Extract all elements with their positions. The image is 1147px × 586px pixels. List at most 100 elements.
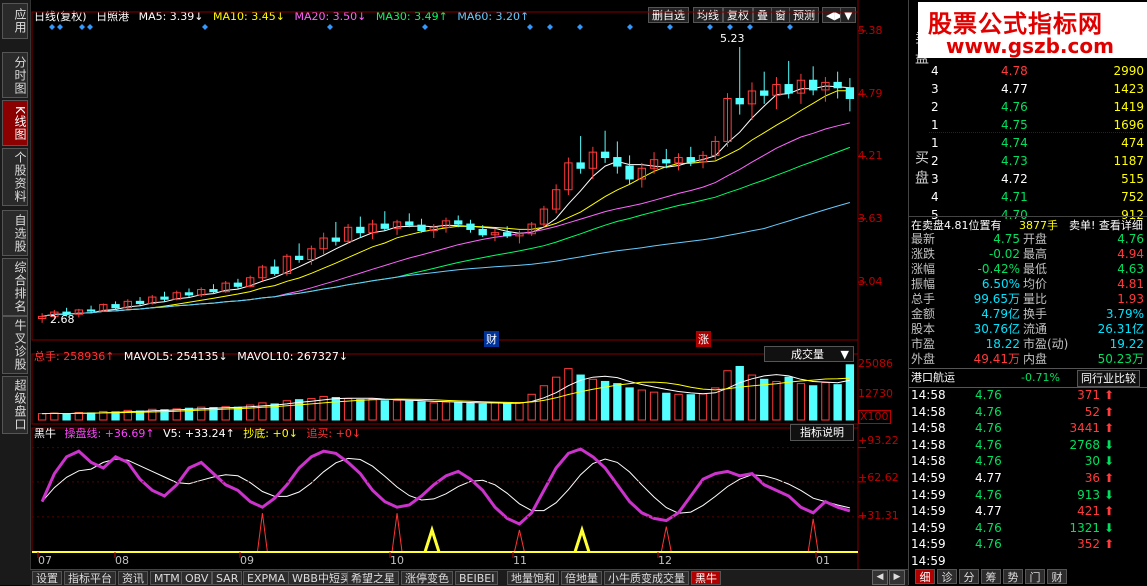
left-tab-3[interactable]: 个股资料 xyxy=(2,148,28,206)
scroll-left-icon[interactable]: ◀ xyxy=(872,570,888,585)
volume-bar xyxy=(503,403,512,421)
buy-signal-triangle xyxy=(660,526,672,553)
tick-qty: 1321 xyxy=(1069,520,1100,535)
left-tab-7[interactable]: 超级盘口 xyxy=(2,376,28,434)
bottom-tab-0[interactable]: 设置 xyxy=(32,571,62,585)
stat-value: 4.63 xyxy=(1117,262,1144,276)
volume-bar xyxy=(747,374,757,421)
tick-time: 14:59 xyxy=(911,504,946,519)
high-annotation: 5.23 xyxy=(720,32,745,45)
bottom-tab-9[interactable]: 涨停变色 xyxy=(401,571,453,585)
panel-tab-5[interactable]: 门 xyxy=(1025,569,1045,584)
level-qty: 1419 xyxy=(1113,100,1144,114)
indicator-line2: V5: +33.24↑ xyxy=(163,427,235,440)
candle-body xyxy=(466,223,475,230)
finance-marker[interactable]: 财 xyxy=(484,331,499,347)
stat-label: 市盈 xyxy=(911,337,936,351)
stat-row: 股本 30.76亿 流通 26.31亿 xyxy=(909,322,1147,337)
candle-body xyxy=(135,300,145,305)
left-tab-1[interactable]: 分时图 xyxy=(2,52,28,98)
sell-level[interactable]: 4 4.78 2990 xyxy=(909,62,1147,80)
sell-level[interactable]: 2 4.76 1419 xyxy=(909,98,1147,116)
tick-qty: 421 xyxy=(1077,504,1100,519)
level-index: 4 xyxy=(931,64,939,78)
level-price: 4.72 xyxy=(1001,172,1028,186)
tick-qty: 913 xyxy=(1077,487,1100,502)
panel-tab-3[interactable]: 筹 xyxy=(981,569,1001,584)
left-tab-6[interactable]: 牛叉诊股 xyxy=(2,316,28,374)
volume-bar xyxy=(625,387,634,421)
tick-price: 4.76 xyxy=(975,520,1002,535)
level-qty: 515 xyxy=(1121,172,1144,186)
left-tab-0[interactable]: 应用 xyxy=(2,3,28,39)
indicator-help-button[interactable]: 指标说明 xyxy=(790,424,854,441)
volume-bar xyxy=(454,401,463,421)
left-tab-4[interactable]: 自选股 xyxy=(2,210,28,256)
rise-marker[interactable]: 涨 xyxy=(696,331,711,347)
industry-compare-button[interactable]: 同行业比较 xyxy=(1077,370,1140,387)
indicator-line3: 抄底: +0↓ xyxy=(243,427,298,440)
volume-axis-mid: 12730 xyxy=(858,387,893,400)
tick-qty: 2768 xyxy=(1069,437,1100,452)
left-tab-bar: 应用分时图 K线图 个股资料自选股 综合排名 牛叉诊股 超级盘口 xyxy=(0,0,31,585)
tick-qty: 371 xyxy=(1077,388,1100,402)
panel-tab-6[interactable]: 财 xyxy=(1047,569,1067,584)
kline-chart[interactable] xyxy=(30,0,908,569)
bottom-tab-12[interactable]: 倍地量 xyxy=(561,571,602,585)
candle-body xyxy=(184,292,194,296)
volume-bar xyxy=(772,380,781,421)
tick-qty: 3441 xyxy=(1069,421,1100,436)
indicator-v5-line xyxy=(41,457,851,514)
bottom-tab-4[interactable]: OBV xyxy=(181,571,213,585)
stat-label: 流通 xyxy=(1023,322,1048,336)
indicator-axis-3: +31.31 xyxy=(858,509,899,522)
candle-body xyxy=(662,159,671,164)
stat-value: 3.79% xyxy=(1105,307,1144,321)
buy-level[interactable]: 4 4.71 752 xyxy=(909,188,1147,206)
bottom-tab-6[interactable]: EXPMA xyxy=(243,571,290,585)
bottom-tab-11[interactable]: 地量饱和 xyxy=(507,571,559,585)
candle-body xyxy=(405,221,414,226)
stat-row: 外盘 49.41万 内盘 50.23万 xyxy=(909,352,1147,367)
buy-signal-triangle xyxy=(513,529,525,553)
bottom-tab-5[interactable]: SAR xyxy=(212,571,243,585)
panel-tab-4[interactable]: 势 xyxy=(1003,569,1023,584)
buy-signal-triangle xyxy=(807,518,819,553)
volume-indicator-select[interactable]: 成交量 ▼ xyxy=(764,346,854,362)
left-tab-5[interactable]: 综合排名 xyxy=(2,258,28,316)
bottom-tab-14[interactable]: 黑牛 xyxy=(691,571,721,585)
tick-price: 4.77 xyxy=(975,504,1002,519)
candle-body xyxy=(270,266,279,274)
volume-bar xyxy=(417,401,426,421)
volume-axis-top: 25086 xyxy=(858,357,893,370)
panel-tab-1[interactable]: 诊 xyxy=(937,569,957,584)
buy-level[interactable]: 2 4.73 1187 xyxy=(909,152,1147,170)
bottom-tab-10[interactable]: BEIBEI xyxy=(455,571,499,585)
signal-diamond xyxy=(727,24,733,30)
tick-row: 14:58 4.76 371 ⬆ xyxy=(909,386,1147,404)
level-index: 3 xyxy=(931,172,939,186)
left-tab-2[interactable]: K线图 xyxy=(2,100,28,146)
buy-signal-triangle xyxy=(256,513,268,553)
bottom-tab-2[interactable]: 资讯 xyxy=(118,571,148,585)
bottom-tab-1[interactable]: 指标平台 xyxy=(64,571,116,585)
bottom-tab-8[interactable]: 希望之星 xyxy=(347,571,399,585)
bottom-tab-3[interactable]: MTM xyxy=(150,571,184,585)
candle-body xyxy=(503,232,512,237)
volume-bar xyxy=(392,399,402,421)
divider xyxy=(929,132,1144,133)
mavol5-label: MAVOL5: 254135↓ xyxy=(123,350,228,363)
indicator-axis-2: +62.62 xyxy=(858,471,899,484)
buy-level[interactable]: 1 4.74 474 xyxy=(909,134,1147,152)
bottom-tab-13[interactable]: 小牛质变成交量 xyxy=(604,571,689,585)
level-price: 4.73 xyxy=(1001,154,1028,168)
tick-row: 14:59 4.76 352 ⬆ xyxy=(909,535,1147,553)
scroll-right-icon[interactable]: ▶ xyxy=(889,570,905,585)
panel-tab-2[interactable]: 分 xyxy=(959,569,979,584)
sell-level[interactable]: 3 4.77 1423 xyxy=(909,80,1147,98)
buy-level[interactable]: 3 4.72 515 xyxy=(909,170,1147,188)
volume-bar xyxy=(86,412,96,421)
panel-tab-0[interactable]: 细 xyxy=(915,569,935,584)
volume-bar xyxy=(466,402,475,421)
volume-bar xyxy=(527,393,536,421)
